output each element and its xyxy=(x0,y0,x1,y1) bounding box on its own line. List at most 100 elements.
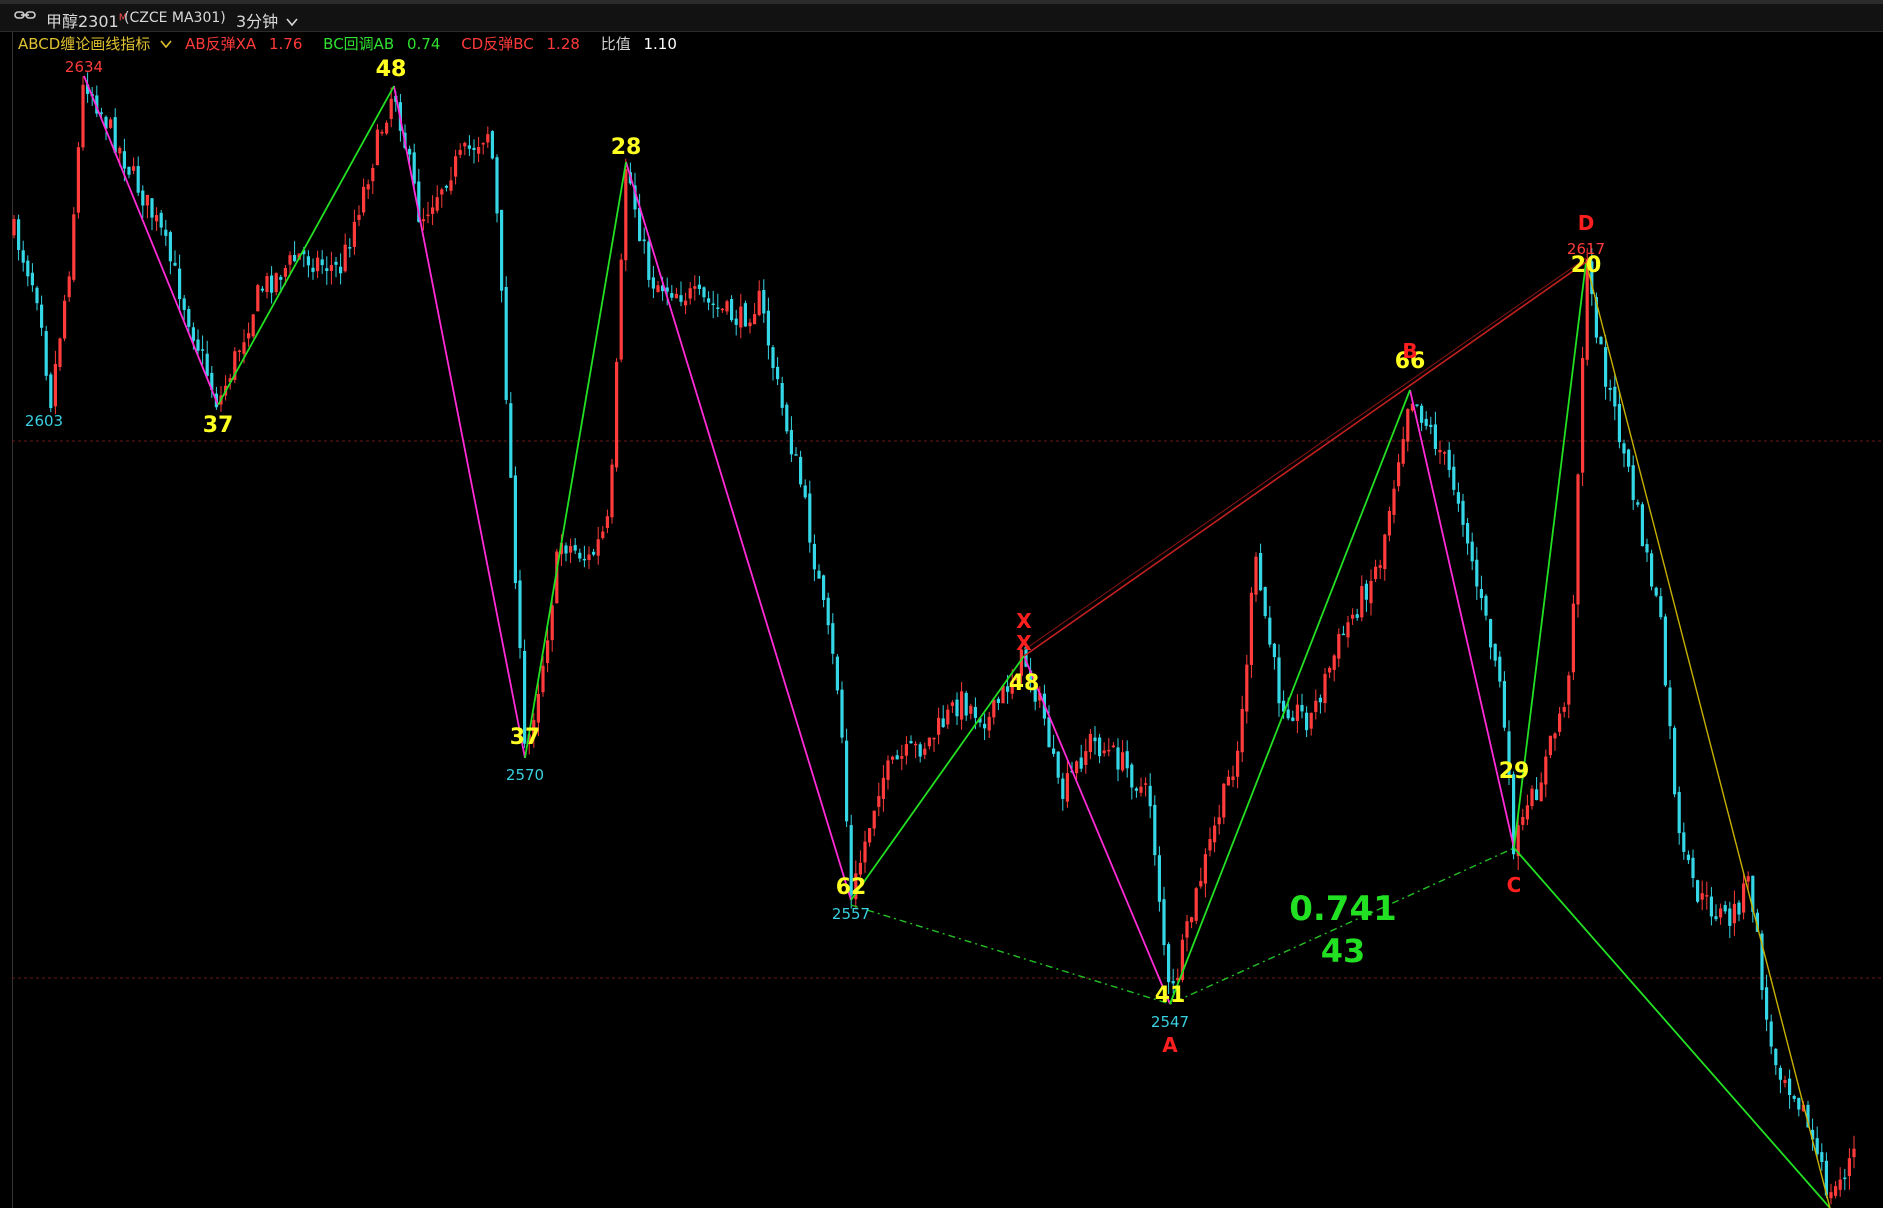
candle-body xyxy=(1116,747,1120,770)
candle-body xyxy=(592,551,596,555)
candle-body xyxy=(1548,735,1552,756)
candle-body xyxy=(1691,857,1695,878)
candle-body xyxy=(1360,586,1364,618)
candle-body xyxy=(1539,782,1543,802)
candle-body xyxy=(716,307,720,309)
symbol-name[interactable]: 甲醇2301M xyxy=(46,8,127,32)
candle-body xyxy=(1484,595,1488,616)
candle-body xyxy=(831,623,835,654)
candle-body xyxy=(987,716,991,731)
candle-body xyxy=(35,287,39,304)
candle-body xyxy=(1245,664,1249,712)
candle-body xyxy=(1650,553,1654,587)
candle-body xyxy=(1843,1177,1847,1180)
candle-body xyxy=(1263,587,1267,617)
candle-body xyxy=(688,288,692,299)
candle-body xyxy=(1470,541,1474,562)
candle-body xyxy=(1663,616,1667,686)
candle-body xyxy=(946,709,950,725)
candle-body xyxy=(582,558,586,561)
candle-body xyxy=(329,265,333,271)
candle-body xyxy=(845,740,849,822)
candle-body xyxy=(205,353,209,376)
candle-body xyxy=(136,166,140,193)
candle-body xyxy=(380,131,384,134)
candle-body xyxy=(996,698,1000,703)
candle-body xyxy=(1723,905,1727,912)
candle-body xyxy=(21,250,25,263)
pattern-letter: C xyxy=(1507,873,1522,897)
candle-body xyxy=(1268,617,1272,645)
candle-body xyxy=(1111,745,1115,748)
candle-body xyxy=(421,219,425,222)
candle-body xyxy=(1148,785,1152,807)
candle-body xyxy=(444,185,448,188)
pivot-label: 48 xyxy=(376,57,407,82)
candle-body xyxy=(339,266,343,274)
candle-body xyxy=(316,257,320,272)
candle-body xyxy=(743,303,747,327)
candle-body xyxy=(408,148,412,155)
candle-body xyxy=(909,741,913,744)
candle-body xyxy=(1466,523,1470,544)
candle-body xyxy=(794,454,798,456)
pivot-label: 37 xyxy=(510,725,541,750)
candle-body xyxy=(868,828,872,843)
candle-body xyxy=(1157,855,1161,902)
candle-body xyxy=(789,430,793,455)
candle-body xyxy=(1084,751,1088,765)
candle-body xyxy=(762,290,766,314)
candle-body xyxy=(1107,749,1111,752)
candle-body xyxy=(283,268,287,277)
price-chart[interactable]: 4826343748372570286225574841254766292026… xyxy=(0,32,1883,1208)
candle-body xyxy=(463,142,467,147)
chain-link-icon[interactable] xyxy=(14,7,36,27)
candle-body xyxy=(1792,1095,1796,1099)
candle-body xyxy=(1599,336,1603,345)
candle-body xyxy=(536,693,540,723)
candle-body xyxy=(1397,462,1401,487)
candle-body xyxy=(477,147,481,154)
candle-body xyxy=(771,347,775,369)
candle-body xyxy=(1415,404,1419,406)
candle-body xyxy=(1493,643,1497,661)
candle-body xyxy=(279,276,283,280)
candle-body xyxy=(178,268,182,300)
candle-body xyxy=(707,298,711,303)
candle-body xyxy=(858,862,862,875)
leg-up-2 xyxy=(524,161,627,759)
candle-body xyxy=(1521,816,1525,825)
candle-body xyxy=(1272,643,1276,658)
candle-body xyxy=(1102,750,1106,754)
candle-body xyxy=(1093,737,1097,742)
candle-body xyxy=(1535,789,1539,801)
candle-body xyxy=(725,301,729,312)
candle-body xyxy=(1194,888,1198,921)
candle-body xyxy=(251,314,255,337)
candle-body xyxy=(1673,727,1677,795)
contract-code: (CZCE MA301) xyxy=(124,10,226,26)
candle-body xyxy=(674,293,678,299)
candle-body xyxy=(191,327,195,341)
candle-body xyxy=(1323,673,1327,703)
pattern-letter: D xyxy=(1578,211,1595,235)
period-selector[interactable]: 3分钟 xyxy=(236,8,298,32)
candle-body xyxy=(1061,778,1065,799)
candle-body xyxy=(1788,1078,1792,1095)
candle-body xyxy=(481,143,485,145)
candle-body xyxy=(76,147,80,213)
candle-body xyxy=(371,168,375,182)
candle-body xyxy=(311,267,315,272)
candle-body xyxy=(366,184,370,190)
candle-body xyxy=(1328,667,1332,673)
candle-body xyxy=(141,190,145,206)
candle-body xyxy=(1236,750,1240,777)
pivot-label: 41 xyxy=(1155,983,1186,1008)
candle-body xyxy=(1608,387,1612,390)
candle-body xyxy=(467,145,471,149)
candle-body xyxy=(1249,592,1253,665)
candle-body xyxy=(44,331,48,376)
candle-body xyxy=(118,148,122,154)
candle-body xyxy=(431,207,435,214)
candle-body xyxy=(1332,655,1336,670)
